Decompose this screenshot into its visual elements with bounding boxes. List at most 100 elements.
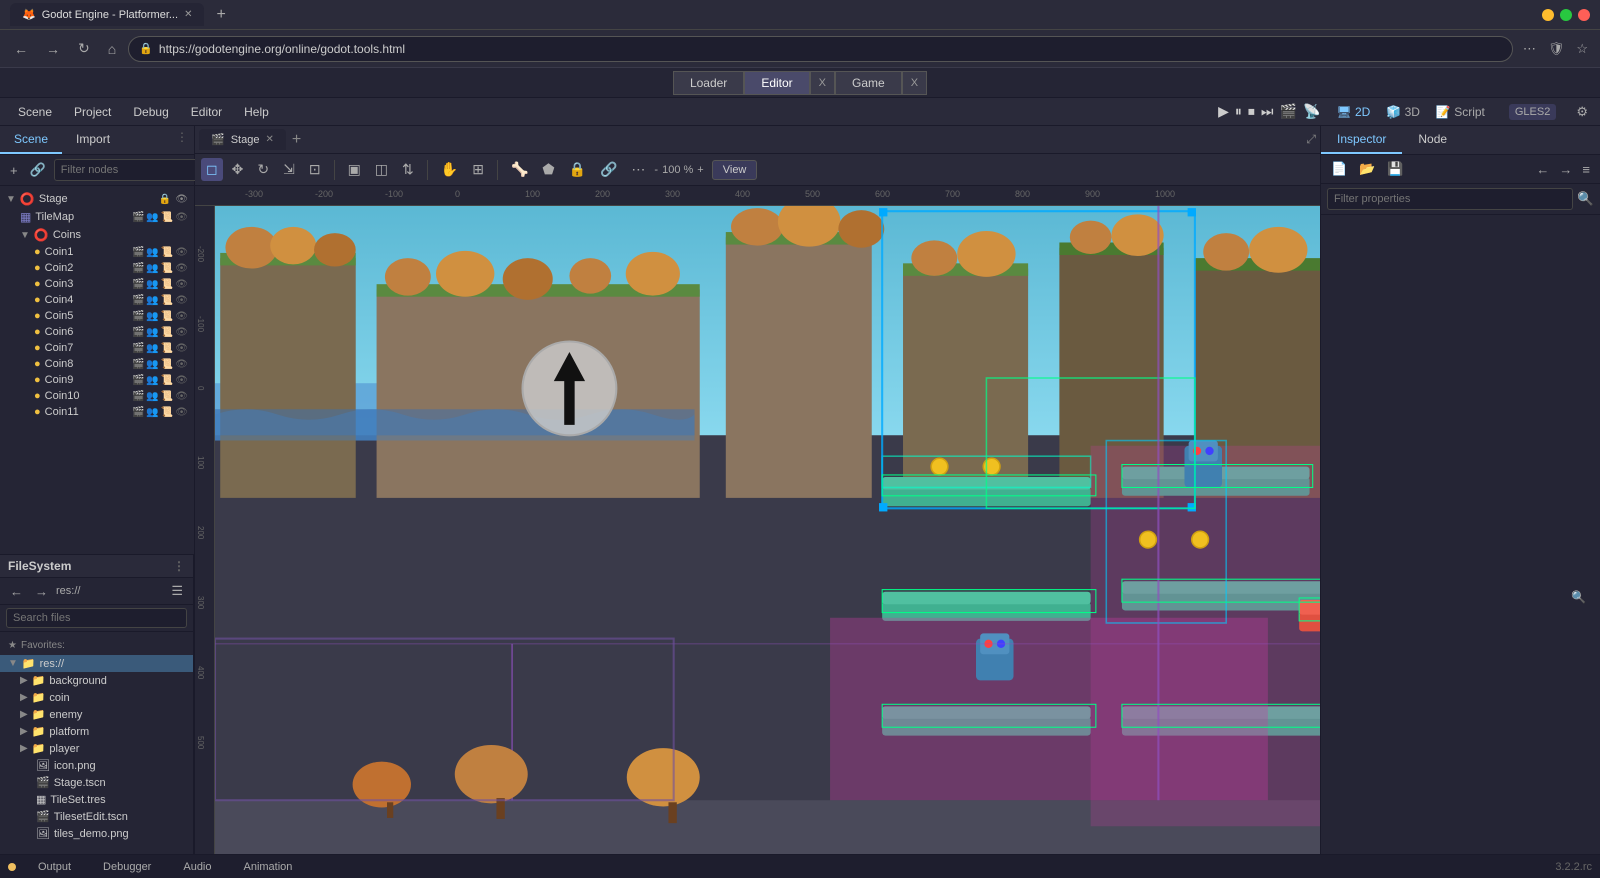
nav-forward-button[interactable]: →	[1555, 160, 1576, 179]
fs-item-tiles-demo[interactable]: 🖼 tiles_demo.png	[0, 825, 193, 842]
fs-item-coin[interactable]: ▶ 📁 coin	[0, 689, 193, 706]
tree-item-coin11[interactable]: ● Coin11 🎬 👥 📜 👁	[0, 404, 194, 420]
settings-icon[interactable]: ⚙	[1572, 100, 1592, 124]
extensions-icon[interactable]: ⋯	[1519, 37, 1540, 61]
scale-tool[interactable]: ⇲	[278, 158, 300, 181]
group2-tool[interactable]: 🔗	[595, 158, 622, 181]
close-button[interactable]	[1578, 9, 1590, 21]
panel-options[interactable]: ⋮	[170, 126, 194, 154]
tree-item-coin8[interactable]: ● Coin8 🎬 👥 📜 👁	[0, 356, 194, 372]
debugger-tab[interactable]: Debugger	[93, 859, 161, 875]
minimize-button[interactable]	[1542, 9, 1554, 21]
audio-tab[interactable]: Audio	[173, 859, 221, 875]
editor-tab[interactable]: Editor	[744, 71, 809, 95]
history-button[interactable]: ≡	[1578, 160, 1594, 179]
tree-item-tilemap[interactable]: ▦ TileMap 🎬 👥 📜 👁	[0, 208, 194, 226]
forward-button[interactable]: →	[40, 37, 66, 61]
arrange-tool[interactable]: ⇅	[397, 158, 419, 181]
add-node-button[interactable]: +	[6, 161, 22, 180]
game-tab[interactable]: Game	[835, 71, 902, 95]
shield-icon[interactable]: 🛡	[1544, 37, 1569, 61]
filter-search-button[interactable]: 🔍	[1577, 188, 1594, 210]
polygon-tool[interactable]: ⬟	[537, 158, 559, 181]
select-tool[interactable]: ◻	[201, 158, 223, 181]
tree-item-coin7[interactable]: ● Coin7 🎬 👥 📜 👁	[0, 340, 194, 356]
loader-tab[interactable]: Loader	[673, 71, 744, 95]
lock-tool[interactable]: 🔒	[564, 158, 591, 181]
fs-item-player[interactable]: ▶ 📁 player	[0, 740, 193, 757]
import-tab[interactable]: Import	[62, 126, 124, 154]
animation-tab[interactable]: Animation	[234, 859, 303, 875]
zoom-in-icon[interactable]: +	[697, 164, 703, 176]
zoom-out-icon[interactable]: -	[654, 164, 658, 176]
fs-item-tilesedit[interactable]: 🎬 TilesetEdit.tscn	[0, 808, 193, 825]
menu-debug[interactable]: Debug	[123, 102, 178, 122]
tree-item-coin2[interactable]: ● Coin2 🎬 👥 📜 👁	[0, 260, 194, 276]
filter-properties-input[interactable]	[1327, 188, 1573, 210]
tree-item-coin5[interactable]: ● Coin5 🎬 👥 📜 👁	[0, 308, 194, 324]
refresh-button[interactable]: ↻	[72, 36, 96, 61]
fs-back-button[interactable]: ←	[6, 582, 27, 601]
scene-tab[interactable]: Scene	[0, 126, 62, 154]
home-button[interactable]: ⌂	[102, 37, 122, 61]
stage-editor-tab[interactable]: 🎬 Stage ✕	[199, 129, 286, 150]
menu-editor[interactable]: Editor	[181, 102, 232, 122]
pause-button[interactable]: ⏸	[1235, 103, 1242, 120]
canvas-area[interactable]: -300 -200 -100 0 100 200 300 400 500 600…	[195, 186, 1320, 854]
ungroup-tool[interactable]: ◫	[370, 158, 393, 181]
menu-project[interactable]: Project	[64, 102, 121, 122]
stop-button[interactable]: ⏹	[1248, 103, 1255, 120]
address-bar[interactable]: 🔒 https://godotengine.org/online/godot.t…	[128, 36, 1513, 62]
tab-close-icon[interactable]: ✕	[184, 9, 192, 20]
fs-item-stage-tscn[interactable]: 🎬 Stage.tscn	[0, 774, 193, 791]
fs-item-tileset[interactable]: ▦ TileSet.tres	[0, 791, 193, 808]
tree-item-stage[interactable]: ▼ ⭕ Stage 🔒 👁	[0, 190, 194, 208]
move-tool[interactable]: ✥	[227, 158, 249, 181]
fs-item-enemy[interactable]: ▶ 📁 enemy	[0, 706, 193, 723]
add-tab-button[interactable]: +	[288, 131, 305, 149]
tree-item-coins[interactable]: ▼ ⭕ Coins	[0, 226, 194, 244]
mode-2d[interactable]: 🖥 2D	[1336, 105, 1370, 119]
inspector-tab[interactable]: Inspector	[1321, 126, 1402, 154]
link-button[interactable]: 🔗	[26, 160, 50, 180]
fs-options[interactable]: ⋮	[173, 559, 185, 573]
tree-item-coin1[interactable]: ● Coin1 🎬 👥 📜 👁	[0, 244, 194, 260]
new-scene-button[interactable]: 📄	[1327, 159, 1351, 179]
bone-tool[interactable]: 🦴	[506, 158, 533, 181]
fit-tool[interactable]: ⊡	[304, 158, 326, 181]
tab-close-button[interactable]: ✕	[265, 134, 273, 145]
snap-tool[interactable]: ⊞	[467, 158, 489, 181]
fs-layout-button[interactable]: ☰	[167, 581, 187, 601]
game-close-tab[interactable]: X	[902, 71, 927, 95]
menu-scene[interactable]: Scene	[8, 102, 62, 122]
mode-3d[interactable]: 🧊 3D	[1386, 105, 1420, 119]
fs-item-platform[interactable]: ▶ 📁 platform	[0, 723, 193, 740]
editor-close-tab[interactable]: X	[810, 71, 835, 95]
menu-help[interactable]: Help	[234, 102, 279, 122]
maximize-button[interactable]	[1560, 9, 1572, 21]
open-scene-button[interactable]: 📂	[1355, 159, 1379, 179]
tree-item-coin10[interactable]: ● Coin10 🎬 👥 📜 👁	[0, 388, 194, 404]
play-button[interactable]: ▶	[1218, 103, 1229, 120]
rotate-tool[interactable]: ↻	[252, 158, 274, 181]
fs-forward-button[interactable]: →	[31, 582, 52, 601]
save-scene-button[interactable]: 💾	[1383, 159, 1407, 179]
tree-item-coin4[interactable]: ● Coin4 🎬 👥 📜 👁	[0, 292, 194, 308]
remote-button[interactable]: 📡	[1303, 103, 1320, 120]
new-tab-button[interactable]: +	[216, 6, 225, 24]
view-button[interactable]: View	[712, 160, 758, 180]
bookmark-icon[interactable]: ☆	[1572, 37, 1592, 61]
fs-item-background[interactable]: ▶ 📁 background	[0, 672, 193, 689]
filter-nodes-input[interactable]	[54, 159, 210, 181]
node-tab[interactable]: Node	[1402, 126, 1463, 154]
movie-button[interactable]: 🎬	[1280, 103, 1297, 120]
maximize-editor-button[interactable]: ⤢	[1306, 132, 1316, 147]
step-button[interactable]: ⏭	[1261, 103, 1274, 120]
tree-item-coin6[interactable]: ● Coin6 🎬 👥 📜 👁	[0, 324, 194, 340]
tree-item-coin3[interactable]: ● Coin3 🎬 👥 📜 👁	[0, 276, 194, 292]
options-tool[interactable]: ⋯	[626, 158, 650, 181]
fs-item-res[interactable]: ▼ 📁 res://	[0, 655, 193, 672]
group-tool[interactable]: ▣	[343, 158, 366, 181]
fs-item-icon[interactable]: 🖼 icon.png	[0, 757, 193, 774]
fs-search-input[interactable]	[6, 608, 187, 628]
